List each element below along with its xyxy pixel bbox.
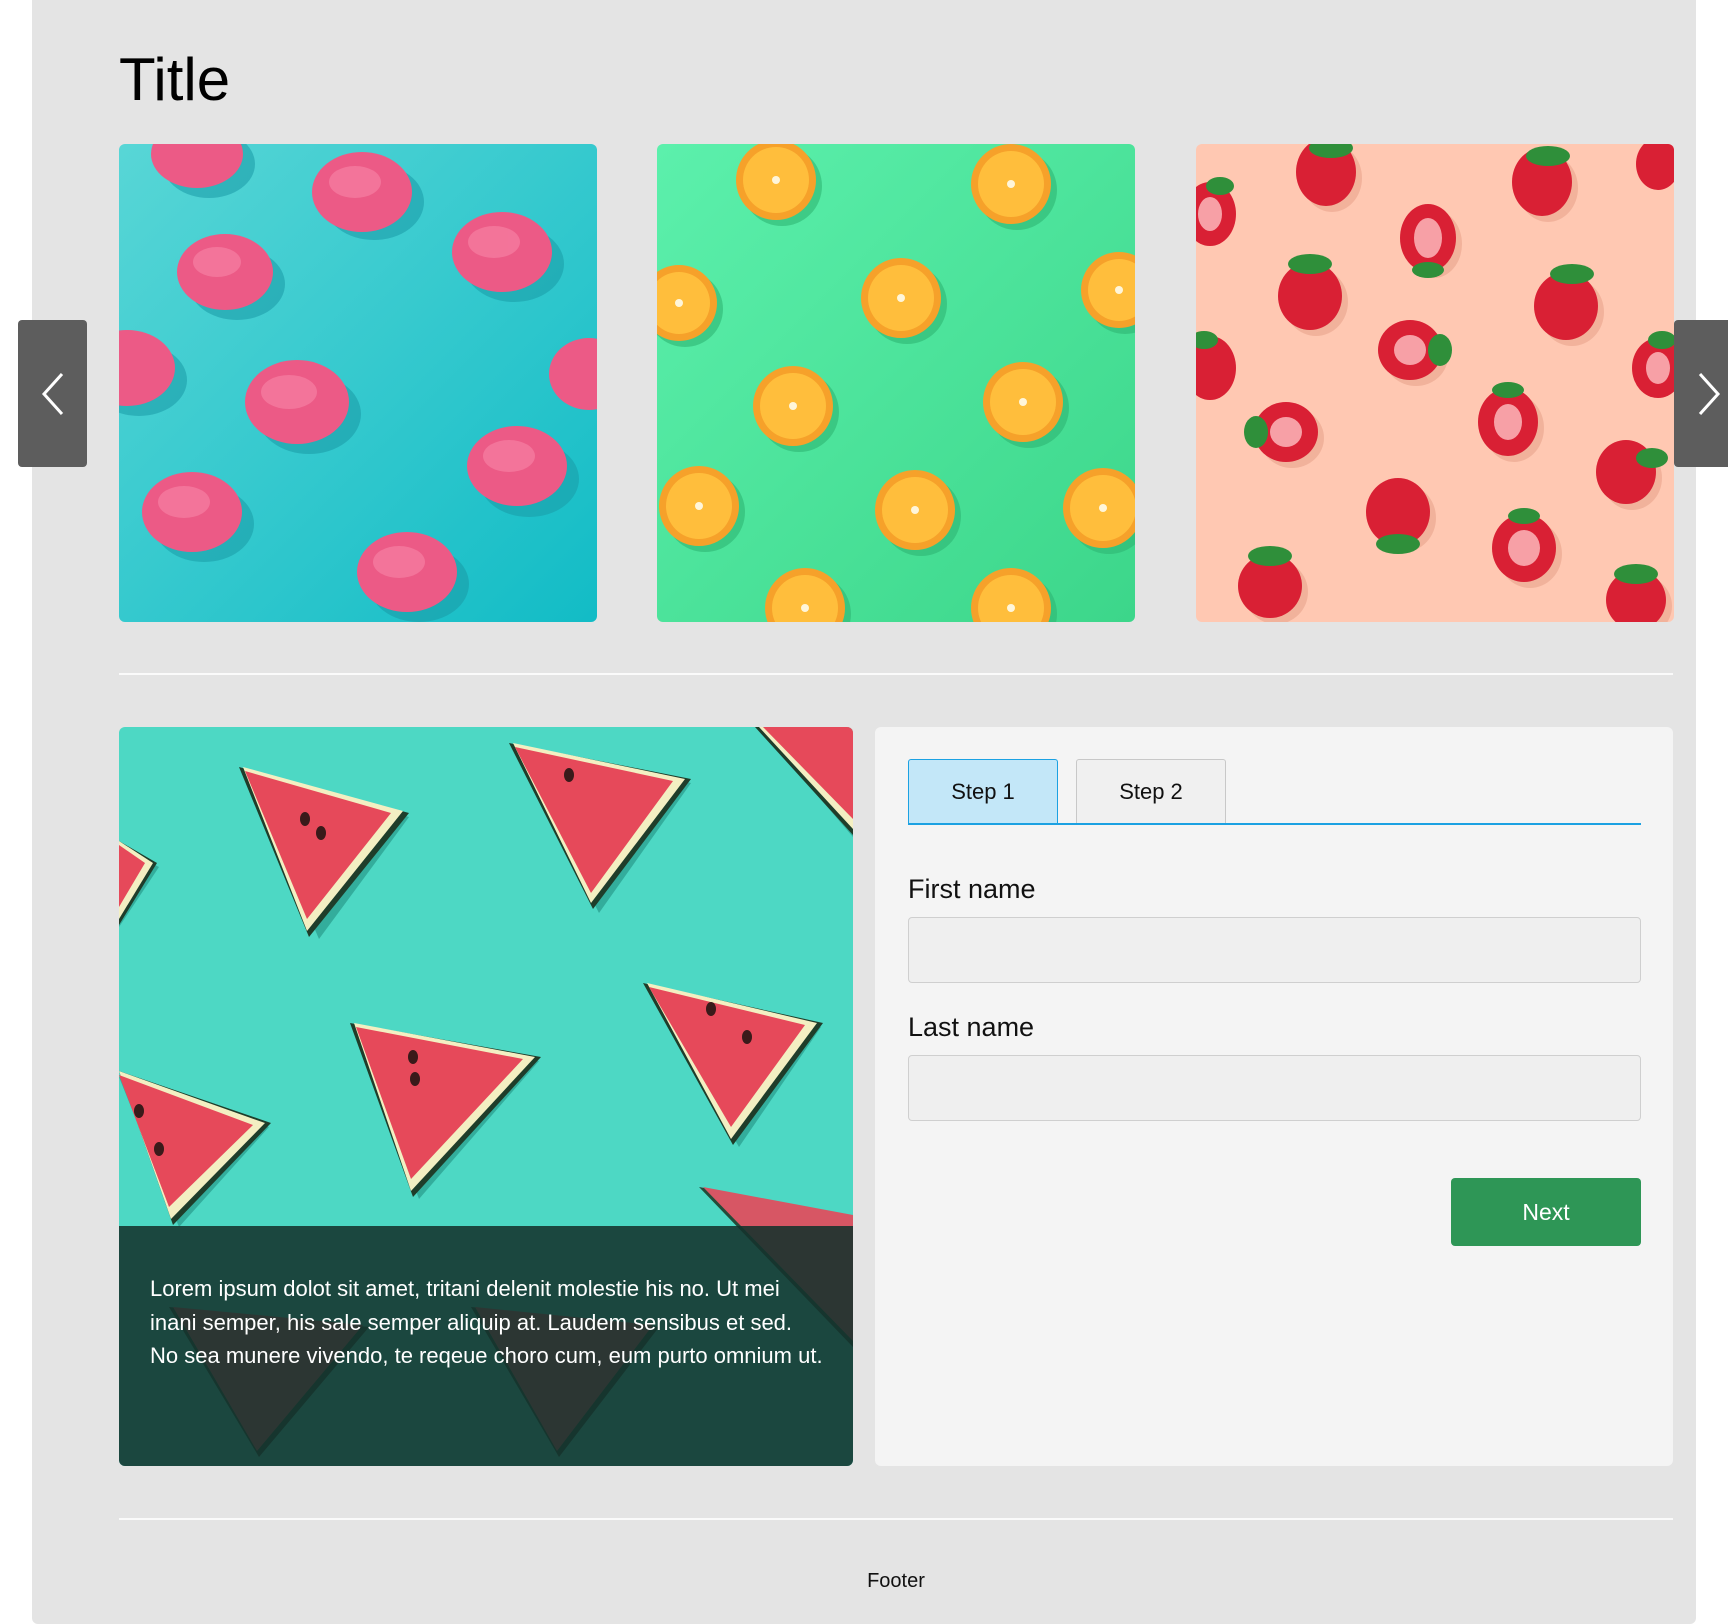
chevron-right-icon bbox=[1698, 372, 1720, 415]
watermelon-image: Lorem ipsum dolot sit amet, tritani dele… bbox=[119, 727, 853, 1466]
orange-slices-image bbox=[657, 144, 1135, 622]
first-name-label: First name bbox=[908, 874, 1036, 904]
next-button[interactable]: Next bbox=[1451, 1178, 1641, 1246]
carousel-prev-button[interactable] bbox=[18, 320, 87, 467]
page-container: Title Lorem ipsum dolot sit amet, tritan… bbox=[18, 0, 1728, 1624]
tab-step-1[interactable]: Step 1 bbox=[908, 759, 1058, 823]
footer-divider bbox=[119, 1518, 1673, 1520]
section-divider bbox=[119, 673, 1673, 675]
page-title: Title bbox=[119, 46, 231, 113]
page-footer: Footer bbox=[867, 1570, 925, 1592]
carousel-next-button[interactable] bbox=[1674, 320, 1728, 467]
image-caption: Lorem ipsum dolot sit amet, tritani dele… bbox=[119, 1226, 853, 1466]
step-tabs: Step 1 Step 2 bbox=[908, 759, 1641, 825]
signup-form: Step 1 Step 2 First name Last name Next bbox=[875, 727, 1673, 1466]
chevron-left-icon bbox=[41, 372, 63, 415]
ice-cream-image bbox=[119, 144, 597, 622]
last-name-field[interactable] bbox=[908, 1055, 1641, 1121]
last-name-label: Last name bbox=[908, 1012, 1035, 1042]
tab-step-2[interactable]: Step 2 bbox=[1076, 759, 1226, 823]
strawberries-image bbox=[1196, 144, 1674, 622]
first-name-field[interactable] bbox=[908, 917, 1641, 983]
